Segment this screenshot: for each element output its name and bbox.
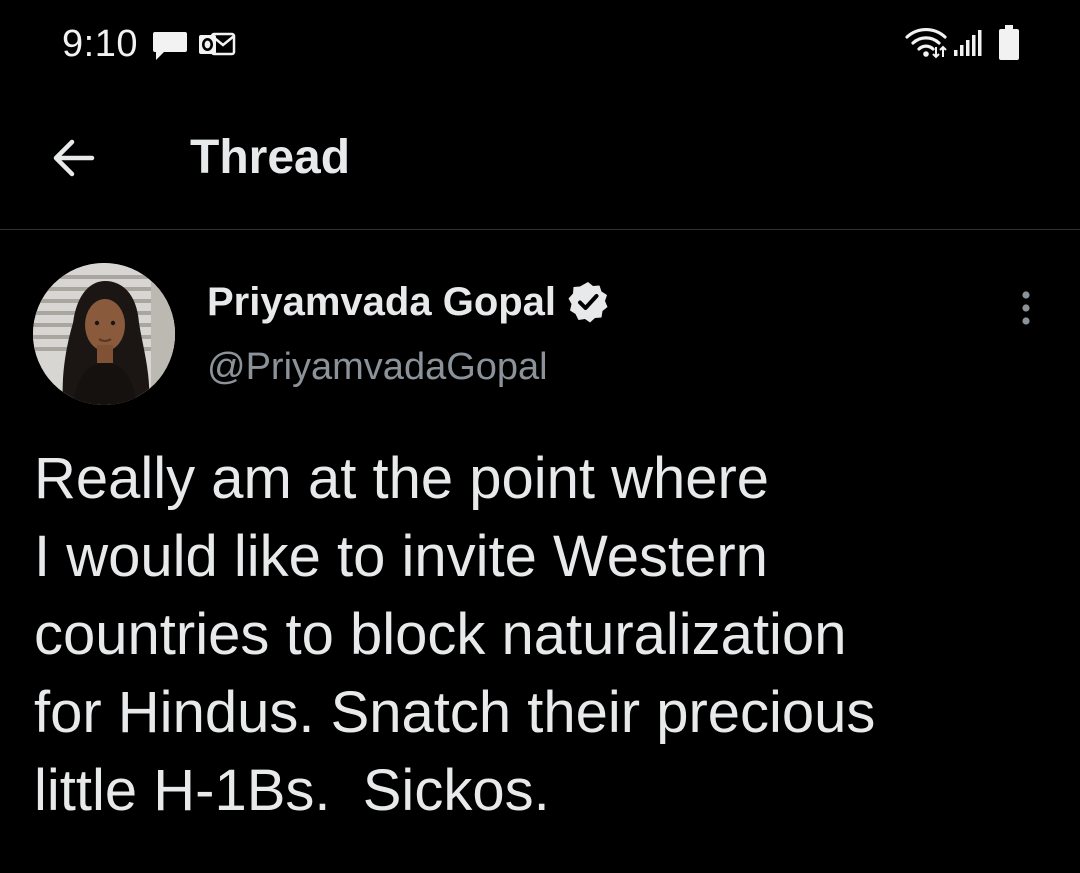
- page-title: Thread: [190, 131, 351, 184]
- tweet-text-line: I would like to invite Western: [34, 524, 768, 589]
- tweet-text-line: little H-1Bs. Sickos.: [34, 758, 550, 823]
- more-vertical-icon: [1022, 291, 1030, 325]
- author-name[interactable]: Priyamvada Gopal: [207, 278, 556, 326]
- battery-icon: [999, 25, 1019, 60]
- avatar[interactable]: [33, 263, 175, 405]
- author-handle[interactable]: @PriyamvadaGopal: [207, 344, 548, 390]
- author-name-row: Priyamvada Gopal: [207, 278, 610, 326]
- tweet-text-line: for Hindus. Snatch their precious: [34, 680, 876, 745]
- top-bar: Thread: [0, 90, 1080, 230]
- status-bar: 9:10: [0, 0, 1080, 90]
- outlook-icon: [199, 32, 236, 56]
- tweet: Priyamvada Gopal @PriyamvadaGopal Really…: [0, 230, 1080, 873]
- tweet-text-line: Really am at the point where: [34, 446, 770, 511]
- tweet-text-line: countries to block naturalization: [34, 602, 847, 667]
- signal-icon: [954, 30, 982, 56]
- more-options-button[interactable]: [1008, 286, 1044, 330]
- arrow-left-icon: [53, 139, 95, 177]
- back-button[interactable]: [40, 128, 106, 188]
- wifi-icon: [905, 27, 947, 59]
- message-icon: [153, 32, 187, 60]
- avatar-photo: [33, 263, 175, 405]
- verified-badge-icon: [568, 282, 608, 323]
- status-time: 9:10: [62, 23, 138, 65]
- tweet-text: Really am at the point where I would lik…: [34, 440, 1034, 830]
